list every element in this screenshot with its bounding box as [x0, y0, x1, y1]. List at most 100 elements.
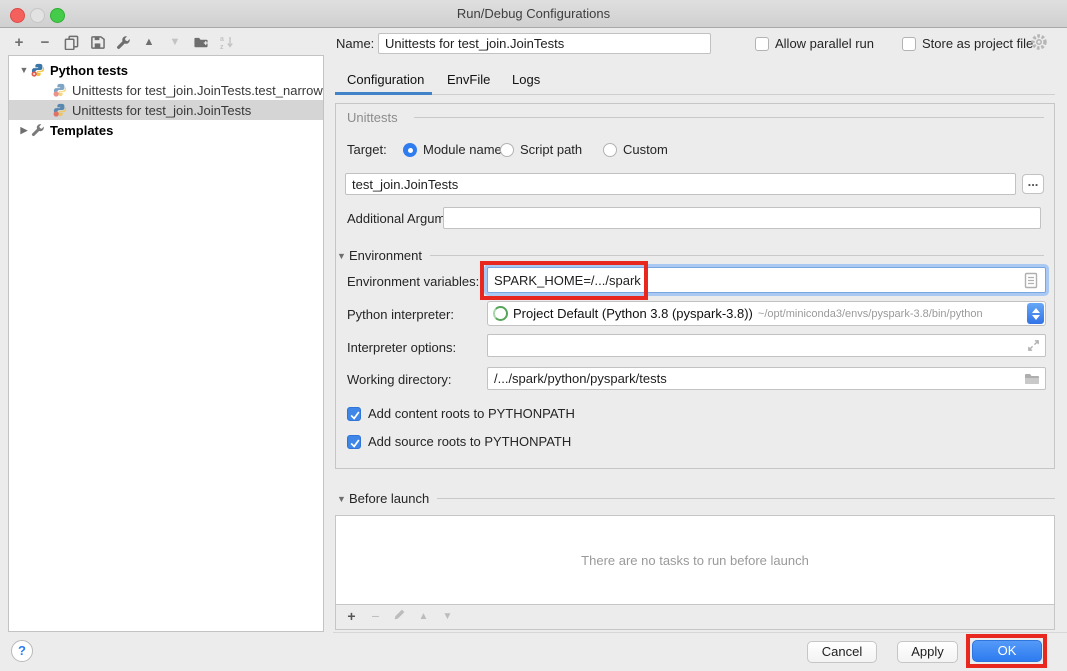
- interpreter-value: Project Default (Python 3.8 (pyspark-3.8…: [513, 306, 753, 321]
- before-launch-task-list: There are no tasks to run before launch …: [335, 515, 1055, 630]
- module-name-input[interactable]: [345, 173, 1016, 195]
- minimize-window-button[interactable]: [30, 8, 45, 23]
- additional-arguments-input[interactable]: [443, 207, 1041, 229]
- store-as-project-file-label: Store as project file: [922, 36, 1033, 52]
- interpreter-options-input[interactable]: [487, 334, 1046, 357]
- remove-task-button[interactable]: −: [368, 608, 383, 624]
- expand-field-button[interactable]: [1027, 339, 1040, 355]
- working-directory-label: Working directory:: [347, 372, 452, 388]
- section-rule: [437, 498, 1055, 499]
- save-icon: [90, 35, 105, 50]
- add-configuration-button[interactable]: +: [10, 33, 28, 51]
- new-folder-icon: [193, 35, 209, 50]
- wrench-icon: [116, 35, 131, 50]
- combobox-stepper[interactable]: [1027, 303, 1044, 324]
- add-content-roots-checkbox[interactable]: [347, 407, 361, 421]
- section-rule: [430, 255, 1044, 256]
- chevron-right-icon[interactable]: ▶: [17, 125, 31, 136]
- tree-node-label: Unittests for test_join.JoinTests: [72, 103, 251, 118]
- env-list-icon: [1024, 272, 1038, 289]
- tab-envfile[interactable]: EnvFile: [447, 71, 490, 89]
- window-title: Run/Debug Configurations: [0, 0, 1067, 27]
- arrow-up-icon: ▲: [144, 36, 155, 48]
- move-up-button[interactable]: ▲: [140, 33, 158, 51]
- collapse-icon[interactable]: ▼: [337, 494, 347, 504]
- tree-node-python-tests[interactable]: ▼ Python tests: [9, 60, 323, 80]
- copy-configuration-button[interactable]: [62, 33, 80, 51]
- unittests-section-label: Unittests: [347, 110, 398, 125]
- tab-configuration[interactable]: Configuration: [347, 71, 424, 89]
- svg-text:a: a: [220, 36, 224, 43]
- checkmark-icon: [349, 409, 361, 421]
- tab-logs[interactable]: Logs: [512, 71, 540, 89]
- zoom-window-button[interactable]: [50, 8, 65, 23]
- task-list-area[interactable]: There are no tasks to run before launch: [336, 516, 1054, 605]
- radio-script-path[interactable]: [500, 143, 514, 157]
- radio-module-name[interactable]: [403, 143, 417, 157]
- plus-icon: +: [15, 34, 24, 51]
- radio-script-path-label: Script path: [520, 142, 582, 158]
- python-interpreter-combobox[interactable]: Project Default (Python 3.8 (pyspark-3.8…: [487, 301, 1046, 326]
- ok-button[interactable]: OK: [972, 640, 1042, 662]
- empty-tasks-message: There are no tasks to run before launch: [581, 553, 809, 568]
- browse-env-vars-button[interactable]: [1024, 272, 1038, 292]
- question-mark-icon: ?: [18, 643, 26, 658]
- copy-icon: [64, 35, 79, 50]
- pencil-icon: [393, 608, 406, 621]
- edit-templates-button[interactable]: [114, 33, 132, 51]
- help-button[interactable]: ?: [11, 640, 33, 662]
- store-as-project-file-checkbox[interactable]: [902, 37, 916, 51]
- environment-variables-input[interactable]: [487, 267, 1046, 293]
- chevron-up-icon: [1032, 308, 1040, 313]
- python-interpreter-label: Python interpreter:: [347, 307, 454, 323]
- python-tests-icon: [31, 63, 45, 77]
- allow-parallel-run-checkbox[interactable]: [755, 37, 769, 51]
- tab-bar-divider: [432, 94, 1055, 95]
- name-input[interactable]: [378, 33, 711, 54]
- environment-section-label: Environment: [349, 248, 422, 263]
- python-test-icon: [53, 83, 67, 97]
- before-launch-label: Before launch: [349, 491, 429, 506]
- title-bar: Run/Debug Configurations: [0, 0, 1067, 28]
- environment-section-header[interactable]: ▼ Environment: [337, 248, 1044, 263]
- gear-icon: [1030, 33, 1048, 51]
- checkmark-icon: [349, 437, 361, 449]
- tree-node-test-narrow[interactable]: Unittests for test_join.JoinTests.test_n…: [9, 80, 323, 100]
- cancel-button[interactable]: Cancel: [807, 641, 877, 663]
- run-debug-configurations-dialog: Run/Debug Configurations + − ▲ ▼ a: [0, 0, 1067, 671]
- conda-env-icon: [493, 306, 508, 321]
- section-rule: [414, 117, 1044, 118]
- tree-node-templates[interactable]: ▶ Templates: [9, 120, 323, 140]
- chevron-down-icon: [1032, 315, 1040, 320]
- move-down-button[interactable]: ▼: [166, 33, 184, 51]
- task-list-toolbar: + − ▲ ▼: [336, 603, 1054, 629]
- add-source-roots-checkbox[interactable]: [347, 435, 361, 449]
- add-task-button[interactable]: +: [344, 608, 359, 624]
- remove-configuration-button[interactable]: −: [36, 33, 54, 51]
- environment-variables-label: Environment variables:: [347, 274, 479, 290]
- tree-node-label: Python tests: [50, 63, 128, 78]
- edit-task-button[interactable]: [392, 608, 407, 624]
- add-content-roots-label: Add content roots to PYTHONPATH: [368, 406, 575, 422]
- before-launch-section-header[interactable]: ▼ Before launch: [337, 491, 1055, 506]
- move-task-down-button[interactable]: ▼: [440, 611, 455, 622]
- tree-node-jointests-selected[interactable]: Unittests for test_join.JoinTests: [9, 100, 323, 120]
- sort-configurations-button[interactable]: a z: [218, 33, 236, 51]
- svg-text:z: z: [220, 44, 224, 50]
- working-directory-input[interactable]: [487, 367, 1046, 390]
- close-window-button[interactable]: [10, 8, 25, 23]
- browse-module-button[interactable]: ...: [1022, 174, 1044, 194]
- save-configuration-button[interactable]: [88, 33, 106, 51]
- apply-button[interactable]: Apply: [897, 641, 958, 663]
- ellipsis-icon: ...: [1028, 174, 1039, 189]
- store-settings-gear-button[interactable]: [1030, 33, 1048, 54]
- tree-node-label: Unittests for test_join.JoinTests.test_n…: [72, 83, 323, 98]
- tree-node-label: Templates: [50, 123, 113, 138]
- collapse-icon[interactable]: ▼: [337, 251, 347, 261]
- add-source-roots-label: Add source roots to PYTHONPATH: [368, 434, 571, 450]
- create-folder-button[interactable]: [192, 33, 210, 51]
- browse-directory-button[interactable]: [1024, 372, 1040, 389]
- chevron-down-icon[interactable]: ▼: [17, 65, 31, 75]
- move-task-up-button[interactable]: ▲: [416, 611, 431, 622]
- radio-custom[interactable]: [603, 143, 617, 157]
